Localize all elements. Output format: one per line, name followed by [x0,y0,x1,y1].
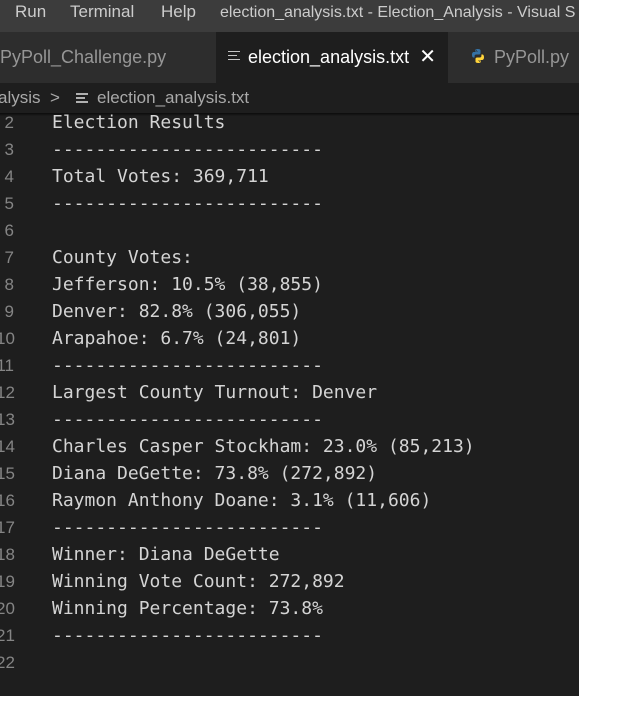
tab-election-analysis[interactable]: election_analysis.txt ✕ [216,32,448,83]
code-editor[interactable]: 2 Election Results 3 ----------------------… [0,113,579,696]
breadcrumb: alysis > election_analysis.txt [0,83,579,113]
code-line[interactable]: 3 ------------------------- [0,139,579,166]
tab-label: PyPoll_Challenge.py [0,47,167,67]
code-line[interactable]: 13 ------------------------- [0,409,579,436]
line-number: 19 [0,572,15,591]
line-number: 21 [0,626,15,645]
menu-bar: Run Terminal Help election_analysis.txt … [0,0,579,32]
line-text: ------------------------- [52,139,323,160]
breadcrumb-folder[interactable]: alysis [0,83,41,113]
line-text: ------------------------- [52,625,323,646]
code-line[interactable]: 15 Diana DeGette: 73.8% (272,892) [0,463,579,490]
line-number: 17 [0,518,15,537]
code-line[interactable]: 6 [0,220,579,247]
menu-help[interactable]: Help [161,2,196,22]
line-text: Largest County Turnout: Denver [52,382,378,403]
tab-bar: PyPoll_Challenge.py election_analysis.tx… [0,32,579,83]
line-text: Winner: Diana DeGette [52,544,280,565]
code-line[interactable]: 11 ------------------------- [0,355,579,382]
code-line[interactable]: 19 Winning Vote Count: 272,892 [0,571,579,598]
line-text: Total Votes: 369,711 [52,166,269,187]
line-text: Winning Percentage: 73.8% [52,598,323,619]
code-line[interactable]: 7 County Votes: [0,247,579,274]
line-text: Jefferson: 10.5% (38,855) [52,274,323,295]
line-number: 18 [0,545,15,564]
line-number: 14 [0,437,15,456]
tab-pypoll[interactable]: PyPoll.py [448,32,579,83]
code-line[interactable]: 2 Election Results [0,113,579,139]
code-line[interactable]: 21 ------------------------- [0,625,579,652]
line-number: 11 [0,356,14,375]
line-number: 2 [4,113,14,132]
close-icon[interactable]: ✕ [419,32,436,83]
code-line[interactable]: 22 [0,652,579,679]
line-text: Arapahoe: 6.7% (24,801) [52,328,302,349]
line-number: 13 [0,410,15,429]
line-number: 5 [4,194,14,213]
line-text: Raymon Anthony Doane: 3.1% (11,606) [52,490,432,511]
line-number: 20 [0,599,15,618]
text-file-icon [76,93,88,104]
tab-label: election_analysis.txt [248,47,410,67]
line-number: 3 [4,140,14,159]
line-number: 6 [4,221,14,240]
breadcrumb-file[interactable]: election_analysis.txt [97,83,249,113]
line-number: 7 [4,248,14,267]
python-icon [472,49,484,64]
line-text: ------------------------- [52,355,323,376]
line-text: County Votes: [52,247,193,268]
line-number: 10 [0,329,15,348]
line-number: 22 [0,653,15,672]
vscode-window: Run Terminal Help election_analysis.txt … [0,0,579,696]
tab-label: PyPoll.py [494,47,570,67]
code-line[interactable]: 5 ------------------------- [0,193,579,220]
line-number: 15 [0,464,15,483]
code-line[interactable]: 12 Largest County Turnout: Denver [0,382,579,409]
line-text: ------------------------- [52,517,323,538]
line-number: 9 [4,302,14,321]
code-line[interactable]: 10 Arapahoe: 6.7% (24,801) [0,328,579,355]
line-text: ------------------------- [52,193,323,214]
code-line[interactable]: 4 Total Votes: 369,711 [0,166,579,193]
code-line[interactable]: 18 Winner: Diana DeGette [0,544,579,571]
line-text: Diana DeGette: 73.8% (272,892) [52,463,378,484]
line-text: Election Results [52,113,226,133]
line-number: 12 [0,383,15,402]
tab-pypoll-challenge[interactable]: PyPoll_Challenge.py [0,32,216,83]
menu-terminal[interactable]: Terminal [70,2,134,22]
code-line[interactable]: 20 Winning Percentage: 73.8% [0,598,579,625]
code-line[interactable]: 9 Denver: 82.8% (306,055) [0,301,579,328]
text-file-icon [228,50,240,62]
line-number: 8 [4,275,14,294]
code-line[interactable]: 16 Raymon Anthony Doane: 3.1% (11,606) [0,490,579,517]
line-number: 4 [4,167,14,186]
line-text: Denver: 82.8% (306,055) [52,301,302,322]
window-title: election_analysis.txt - Election_Analysi… [220,4,576,21]
menu-run[interactable]: Run [15,2,46,22]
code-line[interactable]: 8 Jefferson: 10.5% (38,855) [0,274,579,301]
line-number: 16 [0,491,15,510]
line-text: ------------------------- [52,409,323,430]
chevron-right-icon: > [50,88,60,107]
code-line[interactable]: 14 Charles Casper Stockham: 23.0% (85,213… [0,436,579,463]
line-text: Winning Vote Count: 272,892 [52,571,345,592]
line-text: Charles Casper Stockham: 23.0% (85,213) [52,436,475,457]
code-line[interactable]: 17 ------------------------- [0,517,579,544]
